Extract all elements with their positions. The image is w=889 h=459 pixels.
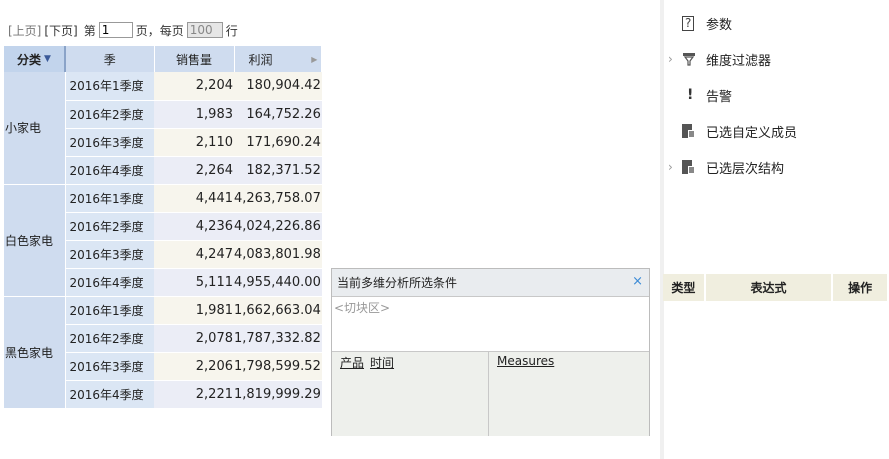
quarter-cell[interactable]: 2016年2季度 xyxy=(64,100,154,129)
quarter-cell[interactable]: 2016年4季度 xyxy=(64,156,154,185)
category-cell[interactable]: 黑色家电 xyxy=(4,296,65,409)
column-dimension-link[interactable]: Measures xyxy=(497,354,554,368)
sales-header[interactable]: 销售量 xyxy=(154,46,235,72)
pivot-header-row: 分类 ▼ 季 销售量 利润 ▶ xyxy=(4,46,323,72)
side-item-dimension-filter[interactable]: › 维度过滤器 xyxy=(668,49,771,69)
profit-cell: 180,904.42 xyxy=(234,72,322,101)
next-page-link[interactable]: [下页] xyxy=(44,22,77,39)
sales-cell: 4,247 xyxy=(154,240,234,269)
quarter-header[interactable]: 季 xyxy=(65,46,155,72)
page-suffix-label: 页，每页 xyxy=(135,23,184,38)
expand-right-icon[interactable]: ▶ xyxy=(311,55,317,64)
expression-column-header[interactable]: 表达式 xyxy=(704,274,834,301)
side-item-label: 已选自定义成员 xyxy=(706,125,798,141)
table-row: 黑色家电 2016年1季度 1,981 1,662,663.04 xyxy=(4,296,322,409)
sales-cell: 1,981 xyxy=(154,296,234,325)
profit-cell: 182,371.52 xyxy=(234,156,322,185)
profit-cell: 4,263,758.07 xyxy=(234,184,322,213)
sales-cell: 4,236 xyxy=(154,212,234,241)
side-item-hierarchies[interactable]: › 已选层次结构 xyxy=(668,157,784,177)
page-size-input[interactable] xyxy=(186,22,223,38)
profit-cell: 1,819,999.29 xyxy=(234,380,322,409)
row-dimension-link[interactable]: 产品 xyxy=(340,356,364,370)
document-icon xyxy=(682,160,695,174)
slice-area-label: <切块区> xyxy=(334,301,391,315)
profit-cell: 4,024,226.86 xyxy=(234,212,322,241)
category-cell[interactable]: 白色家电 xyxy=(4,184,65,297)
table-row: 小家电 2016年1季度 2,204 180,904.42 xyxy=(4,72,322,185)
sales-cell: 2,206 xyxy=(154,352,234,381)
quarter-cell[interactable]: 2016年1季度 xyxy=(64,296,154,325)
filter-icon xyxy=(683,53,695,66)
side-item-custom-members[interactable]: 已选自定义成员 xyxy=(668,121,797,141)
expression-table-header: 类型 表达式 操作 xyxy=(663,274,889,301)
sales-cell: 2,110 xyxy=(154,128,234,157)
quarter-cell[interactable]: 2016年1季度 xyxy=(64,72,154,101)
profit-cell: 4,955,440.00 xyxy=(234,268,322,297)
exclamation-icon: ! xyxy=(687,87,694,103)
profit-cell: 171,690.24 xyxy=(234,128,322,157)
category-header-label: 分类 xyxy=(17,52,42,67)
category-header[interactable]: 分类 ▼ xyxy=(4,46,66,72)
sort-down-icon[interactable]: ▼ xyxy=(44,54,51,64)
sales-cell: 5,111 xyxy=(154,268,234,297)
row-suffix-label: 行 xyxy=(225,23,238,38)
side-item-parameters[interactable]: ? 参数 xyxy=(668,13,732,33)
row-axis-area[interactable]: 产品 时间 xyxy=(332,352,489,436)
profit-header-label: 利润 xyxy=(248,52,273,67)
quarter-cell[interactable]: 2016年2季度 xyxy=(64,212,154,241)
profit-cell: 1,787,332.82 xyxy=(234,324,322,353)
quarter-cell[interactable]: 2016年3季度 xyxy=(64,352,154,381)
conditions-panel-title: 当前多维分析所选条件 xyxy=(337,276,458,290)
quarter-cell[interactable]: 2016年4季度 xyxy=(64,268,154,297)
side-item-label: 已选层次结构 xyxy=(706,161,785,177)
profit-cell: 1,662,663.04 xyxy=(234,296,322,325)
table-row: 白色家电 2016年1季度 4,441 4,263,758.07 xyxy=(4,184,322,297)
action-column-header[interactable]: 操作 xyxy=(832,274,889,301)
quarter-cell[interactable]: 2016年4季度 xyxy=(64,380,154,409)
sales-cell: 2,078 xyxy=(154,324,234,353)
conditions-axes: 产品 时间 Measures xyxy=(332,352,649,436)
conditions-panel-header: 当前多维分析所选条件 × xyxy=(332,269,649,297)
side-item-label: 参数 xyxy=(706,17,733,33)
profit-cell: 4,083,801.98 xyxy=(234,240,322,269)
column-axis-area[interactable]: Measures xyxy=(489,352,649,436)
sales-cell: 4,441 xyxy=(154,184,234,213)
row-dimension-link[interactable]: 时间 xyxy=(370,356,394,370)
expression-table: 类型 表达式 操作 xyxy=(663,274,889,301)
sales-header-label: 销售量 xyxy=(175,52,212,67)
pivot-table: 分类 ▼ 季 销售量 利润 ▶ 小家电 2016年1季度 2,204 180,904.42… xyxy=(4,46,323,409)
profit-header[interactable]: 利润 ▶ xyxy=(234,46,323,72)
side-item-label: 维度过滤器 xyxy=(706,53,772,69)
conditions-panel: 当前多维分析所选条件 × <切块区> 产品 时间 Measures xyxy=(331,268,650,436)
chevron-right-icon[interactable]: › xyxy=(668,52,682,66)
side-item-alerts[interactable]: ! 告警 xyxy=(668,85,732,105)
quarter-cell[interactable]: 2016年1季度 xyxy=(64,184,154,213)
prev-page-link[interactable]: [上页] xyxy=(8,22,41,39)
side-panel-divider[interactable] xyxy=(660,0,664,459)
category-cell[interactable]: 小家电 xyxy=(4,72,65,185)
page-number-input[interactable] xyxy=(98,22,133,38)
document-icon xyxy=(682,124,695,138)
profit-cell: 164,752.26 xyxy=(234,100,322,129)
sales-cell: 1,983 xyxy=(154,100,234,129)
sales-cell: 2,221 xyxy=(154,380,234,409)
profit-cell: 1,798,599.52 xyxy=(234,352,322,381)
type-column-header[interactable]: 类型 xyxy=(663,274,706,301)
sales-cell: 2,204 xyxy=(154,72,234,101)
quarter-cell[interactable]: 2016年2季度 xyxy=(64,324,154,353)
chevron-right-icon[interactable]: › xyxy=(668,160,682,174)
quarter-header-label: 季 xyxy=(103,52,116,67)
sales-cell: 2,264 xyxy=(154,156,234,185)
quarter-cell[interactable]: 2016年3季度 xyxy=(64,240,154,269)
side-item-label: 告警 xyxy=(706,89,733,105)
close-icon[interactable]: × xyxy=(632,274,643,289)
slice-area[interactable]: <切块区> xyxy=(332,297,649,352)
question-icon: ? xyxy=(682,15,695,31)
quarter-cell[interactable]: 2016年3季度 xyxy=(64,128,154,157)
pager: [上页] [下页] 第 页，每页 行 xyxy=(8,20,241,40)
pivot-body: 小家电 2016年1季度 2,204 180,904.42 2016年2季度 1,983 1… xyxy=(4,72,322,409)
page-prefix-label: 第 xyxy=(83,23,96,38)
